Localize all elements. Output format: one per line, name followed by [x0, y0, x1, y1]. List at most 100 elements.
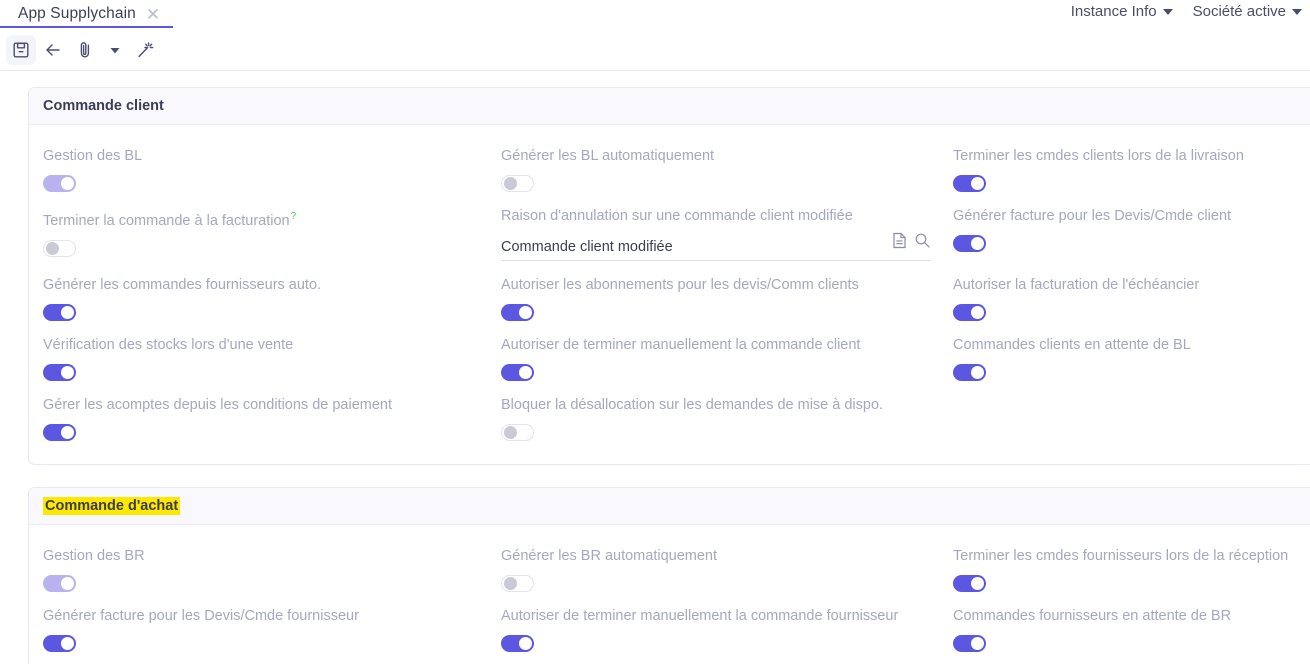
toggle-knob: [971, 577, 984, 590]
toggle-switch[interactable]: [501, 635, 534, 652]
setting-field: Terminer la commande à la facturation?: [43, 199, 501, 268]
document-icon[interactable]: [892, 232, 907, 254]
field-label: Raison d'annulation sur une commande cli…: [501, 207, 953, 226]
toggle-knob: [504, 577, 517, 590]
field-label: Autoriser les abonnements pour les devis…: [501, 276, 953, 295]
field-label-text: Terminer les cmdes fournisseurs lors de …: [953, 548, 1289, 564]
magic-wand-button[interactable]: [130, 35, 160, 65]
toggle-switch[interactable]: [953, 304, 986, 321]
instance-info-menu[interactable]: Instance Info: [1071, 3, 1173, 20]
field-label-text: Générer les BL automatiquement: [501, 148, 715, 164]
setting-field: Générer les BL automatiquement: [501, 139, 953, 199]
field-label: Terminer les cmdes clients lors de la li…: [953, 147, 1310, 166]
setting-field: Bloquer la désallocation sur les demande…: [501, 388, 953, 448]
toggle-knob: [504, 177, 517, 190]
card-body: Gestion des BR Générer les BR automatique…: [29, 525, 1310, 664]
toggle-switch[interactable]: [501, 424, 534, 441]
save-button[interactable]: [6, 34, 36, 65]
toggle-knob: [61, 366, 74, 379]
field-label-text: Commandes clients en attente de BL: [953, 337, 1191, 353]
field-label-text: Générer facture pour les Devis/Cmde four…: [43, 608, 359, 624]
toggle-switch[interactable]: [501, 175, 534, 192]
toggle-switch[interactable]: [953, 635, 986, 652]
toolbar: [0, 28, 1310, 71]
toggle-switch[interactable]: [953, 575, 986, 592]
setting-field: Gestion des BL: [43, 139, 501, 199]
setting-field: Autoriser de terminer manuellement la co…: [501, 328, 953, 388]
card-body: Gestion des BL Générer les BL automatique…: [29, 125, 1310, 464]
field-label-text: Générer les commandes fournisseurs auto.: [43, 277, 322, 293]
toggle-knob: [971, 366, 984, 379]
toggle-knob: [504, 426, 517, 439]
paperclip-icon: [75, 40, 95, 60]
tab-app-supplychain[interactable]: App Supplychain ✕: [0, 0, 178, 26]
toggle-switch[interactable]: [43, 575, 76, 592]
field-label: Générer facture pour les Devis/Cmde clie…: [953, 207, 1310, 226]
setting-field: Raison d'annulation sur une commande cli…: [501, 199, 953, 268]
card-title: Commande d'achat: [43, 497, 181, 515]
magic-wand-icon: [135, 40, 155, 60]
toggle-switch[interactable]: [953, 235, 986, 252]
instance-info-label: Instance Info: [1070, 3, 1157, 20]
setting-field: Générer les commandes fournisseurs auto.: [43, 268, 501, 328]
close-icon[interactable]: ✕: [146, 6, 160, 23]
toggle-knob: [971, 637, 984, 650]
toggle-knob: [519, 306, 532, 319]
tab-label: App Supplychain: [18, 5, 136, 22]
card-header: Commande d'achat: [29, 488, 1310, 525]
back-button[interactable]: [38, 35, 68, 65]
toggle-switch[interactable]: [43, 239, 76, 257]
field-label: Gestion des BL: [43, 147, 501, 166]
cancellation-reason-input[interactable]: Commande client modifiée: [501, 239, 892, 255]
chevron-down-icon: [1292, 8, 1302, 15]
setting-field: Gérer les acomptes depuis les conditions…: [43, 388, 501, 448]
toggle-switch[interactable]: [501, 575, 534, 592]
toggle-switch[interactable]: [501, 304, 534, 321]
setting-field: Terminer les cmdes clients lors de la li…: [953, 139, 1310, 199]
settings-grid: Gestion des BL Générer les BL automatique…: [43, 139, 1310, 448]
toggle-switch[interactable]: [43, 424, 76, 441]
arrow-left-icon: [43, 40, 63, 60]
setting-field: Générer les BR automatiquement: [501, 539, 953, 599]
help-marker-icon[interactable]: ?: [291, 211, 297, 222]
setting-field: Générer facture pour les Devis/Cmde clie…: [953, 199, 1310, 268]
setting-field: Autoriser les abonnements pour les devis…: [501, 268, 953, 328]
active-company-menu[interactable]: Société active: [1193, 3, 1302, 20]
setting-field: Terminer les cmdes fournisseurs lors de …: [953, 539, 1310, 599]
toggle-switch[interactable]: [43, 364, 76, 381]
toggle-switch[interactable]: [43, 175, 76, 192]
field-label-text: Terminer les cmdes clients lors de la li…: [953, 148, 1244, 164]
settings-grid: Gestion des BR Générer les BR automatique…: [43, 539, 1310, 659]
setting-field: Autoriser la facturation de l'échéancier: [953, 268, 1310, 328]
toggle-knob: [46, 241, 59, 255]
field-label: Commandes fournisseurs en attente de BR: [953, 607, 1310, 626]
field-label-text: Commandes fournisseurs en attente de BR: [953, 608, 1232, 624]
toggle-switch[interactable]: [43, 304, 76, 321]
field-label: Autoriser la facturation de l'échéancier: [953, 276, 1310, 295]
more-dropdown-button[interactable]: [102, 35, 128, 65]
toggle-switch[interactable]: [501, 364, 534, 381]
toggle-switch[interactable]: [953, 364, 986, 381]
toggle-switch[interactable]: [43, 635, 76, 652]
toggle-knob: [971, 306, 984, 319]
field-label-text: Autoriser de terminer manuellement la co…: [501, 608, 899, 624]
field-label-text: Gestion des BL: [43, 148, 143, 164]
attachment-button[interactable]: [70, 35, 100, 65]
toggle-switch[interactable]: [953, 175, 986, 192]
empty-cell: [953, 388, 1310, 448]
field-label-text: Terminer la commande à la facturation: [43, 212, 290, 229]
toggle-knob: [971, 237, 984, 250]
field-label-text: Autoriser les abonnements pour les devis…: [501, 277, 859, 293]
search-icon[interactable]: [914, 232, 931, 254]
field-label-text: Gestion des BR: [43, 548, 145, 564]
input-icons: [892, 232, 931, 255]
chevron-down-icon: [108, 43, 122, 57]
field-label: Générer les BR automatiquement: [501, 547, 953, 566]
field-label: Terminer la commande à la facturation?: [43, 207, 501, 231]
field-label-text: Générer les BR automatiquement: [501, 548, 717, 564]
field-label: Générer les commandes fournisseurs auto.: [43, 276, 501, 295]
field-label: Générer facture pour les Devis/Cmde four…: [43, 607, 501, 626]
field-label: Autoriser de terminer manuellement la co…: [501, 336, 953, 355]
settings-card: Commande d'achat Gestion des BR Générer le…: [28, 487, 1310, 664]
field-label-text: Autoriser la facturation de l'échéancier: [953, 277, 1200, 293]
